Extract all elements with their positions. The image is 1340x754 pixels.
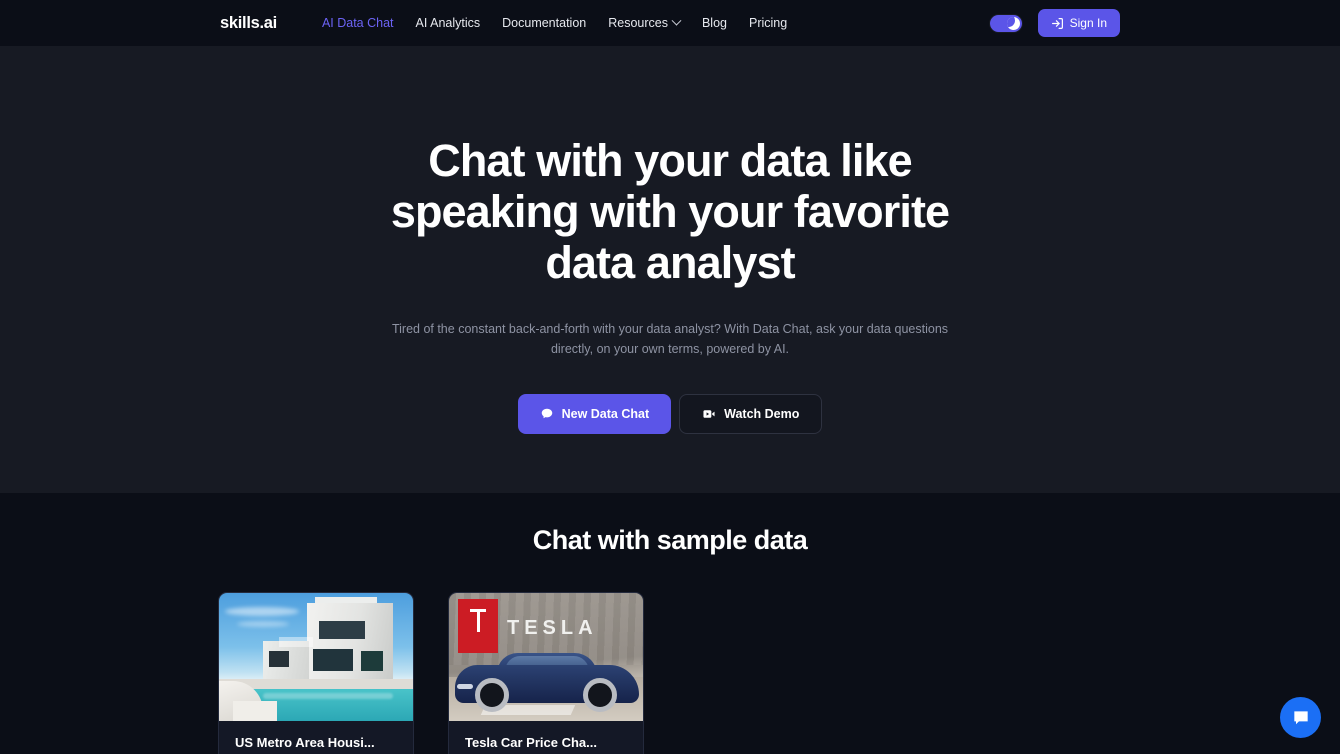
top-navbar: skills.ai AI Data Chat AI Analytics Docu… xyxy=(0,0,1340,46)
tesla-car-image: TESLA xyxy=(449,593,643,721)
sample-card-body: US Metro Area Housi... xyxy=(219,721,413,754)
sign-in-label: Sign In xyxy=(1069,16,1107,30)
new-data-chat-label: New Data Chat xyxy=(561,407,650,421)
login-icon xyxy=(1051,17,1063,29)
sample-card-tesla[interactable]: TESLA Tesla Car Price Cha... xyxy=(448,592,644,754)
hero-cta-row: New Data Chat Watch Demo xyxy=(517,394,823,434)
nav-link-label: AI Analytics xyxy=(415,16,481,30)
sign-in-button[interactable]: Sign In xyxy=(1037,9,1120,37)
site-logo[interactable]: skills.ai xyxy=(220,14,277,33)
nav-link-ai-analytics[interactable]: AI Analytics xyxy=(405,10,492,36)
tesla-wordmark: TESLA xyxy=(507,617,598,639)
new-data-chat-button[interactable]: New Data Chat xyxy=(517,394,672,434)
chevron-down-icon xyxy=(671,15,682,26)
house-with-pool-image xyxy=(219,593,413,721)
nav-link-label: Pricing xyxy=(749,16,788,30)
sample-card-title: Tesla Car Price Cha... xyxy=(465,735,597,750)
nav-link-pricing[interactable]: Pricing xyxy=(738,10,798,36)
sample-card-image xyxy=(219,593,413,721)
sample-card-image: TESLA xyxy=(449,593,643,721)
moon-icon xyxy=(1006,16,1020,30)
sample-card-grid: US Metro Area Housi... TESLA Tesla Car P… xyxy=(0,592,1340,754)
navbar-inner: skills.ai AI Data Chat AI Analytics Docu… xyxy=(0,0,1340,46)
primary-nav: AI Data Chat AI Analytics Documentation … xyxy=(311,10,798,36)
sample-card-body: Tesla Car Price Cha... xyxy=(449,721,643,754)
nav-link-resources[interactable]: Resources xyxy=(597,10,691,36)
nav-link-blog[interactable]: Blog xyxy=(691,10,738,36)
nav-link-label: AI Data Chat xyxy=(321,16,394,30)
sample-data-heading: Chat with sample data xyxy=(532,525,808,555)
chat-bubble-icon xyxy=(1293,710,1308,724)
hero-section: Chat with your data like speaking with y… xyxy=(0,46,1340,493)
dark-mode-toggle[interactable] xyxy=(989,14,1022,32)
video-play-icon xyxy=(703,410,715,418)
nav-link-label: Blog xyxy=(701,16,727,30)
sample-card-title: US Metro Area Housi... xyxy=(235,735,375,750)
sample-card-housing[interactable]: US Metro Area Housi... xyxy=(218,592,414,754)
chat-bubble-icon xyxy=(541,408,552,419)
nav-link-label: Documentation xyxy=(502,16,587,30)
navbar-actions: Sign In xyxy=(989,9,1120,37)
page-title: Chat with your data like speaking with y… xyxy=(390,135,950,288)
nav-link-documentation[interactable]: Documentation xyxy=(491,10,597,36)
sample-data-section: Chat with sample data US Metro Area Hous… xyxy=(0,493,1340,754)
chat-widget-button[interactable] xyxy=(1280,697,1321,738)
nav-link-label: Resources xyxy=(608,16,668,30)
watch-demo-button[interactable]: Watch Demo xyxy=(679,394,823,434)
watch-demo-label: Watch Demo xyxy=(724,407,800,421)
hero-subheading: Tired of the constant back-and-forth wit… xyxy=(391,322,949,356)
nav-link-ai-data-chat[interactable]: AI Data Chat xyxy=(311,10,405,36)
